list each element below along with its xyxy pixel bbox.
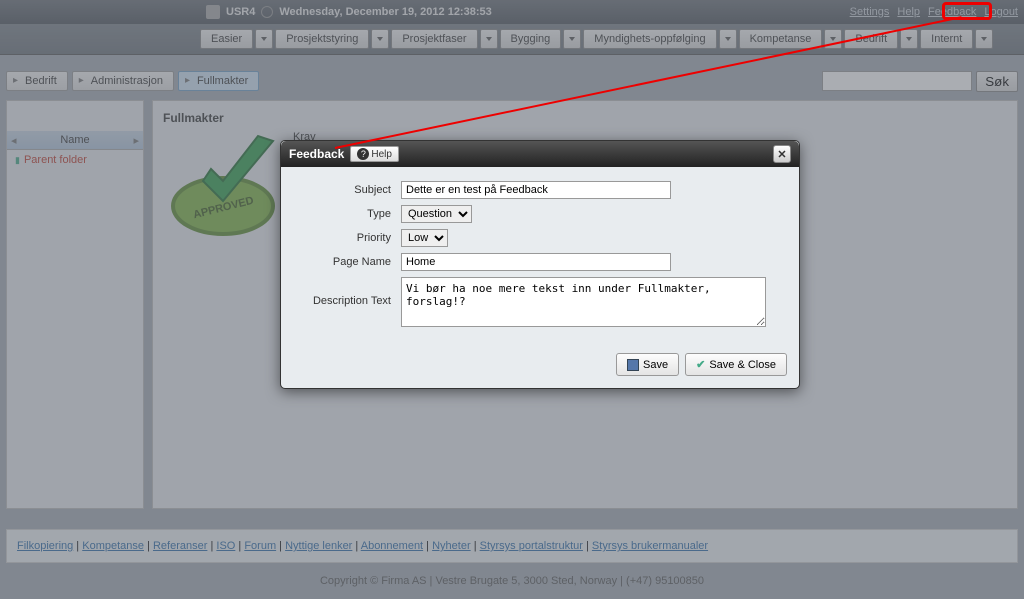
save-icon (627, 359, 639, 371)
pagename-input[interactable] (401, 253, 671, 271)
help-icon: ? (357, 148, 369, 160)
check-icon: ✔ (696, 358, 705, 371)
feedback-dialog: Feedback ?Help ✕ Subject Type Question P… (280, 140, 800, 389)
priority-select[interactable]: Low (401, 229, 448, 247)
label-subject: Subject (301, 181, 401, 196)
label-priority: Priority (301, 229, 401, 244)
annotation-highlight (942, 2, 992, 20)
dialog-close-button[interactable]: ✕ (773, 145, 791, 163)
type-select[interactable]: Question (401, 205, 472, 223)
dialog-help-button[interactable]: ?Help (350, 146, 399, 162)
dialog-title: Feedback (289, 147, 344, 161)
subject-input[interactable] (401, 181, 671, 199)
label-description: Description Text (301, 277, 401, 307)
dialog-titlebar[interactable]: Feedback ?Help ✕ (281, 141, 799, 167)
description-textarea[interactable] (401, 277, 766, 327)
save-button[interactable]: Save (616, 353, 679, 376)
label-type: Type (301, 205, 401, 220)
save-close-button[interactable]: ✔Save & Close (685, 353, 787, 376)
label-pagename: Page Name (301, 253, 401, 268)
